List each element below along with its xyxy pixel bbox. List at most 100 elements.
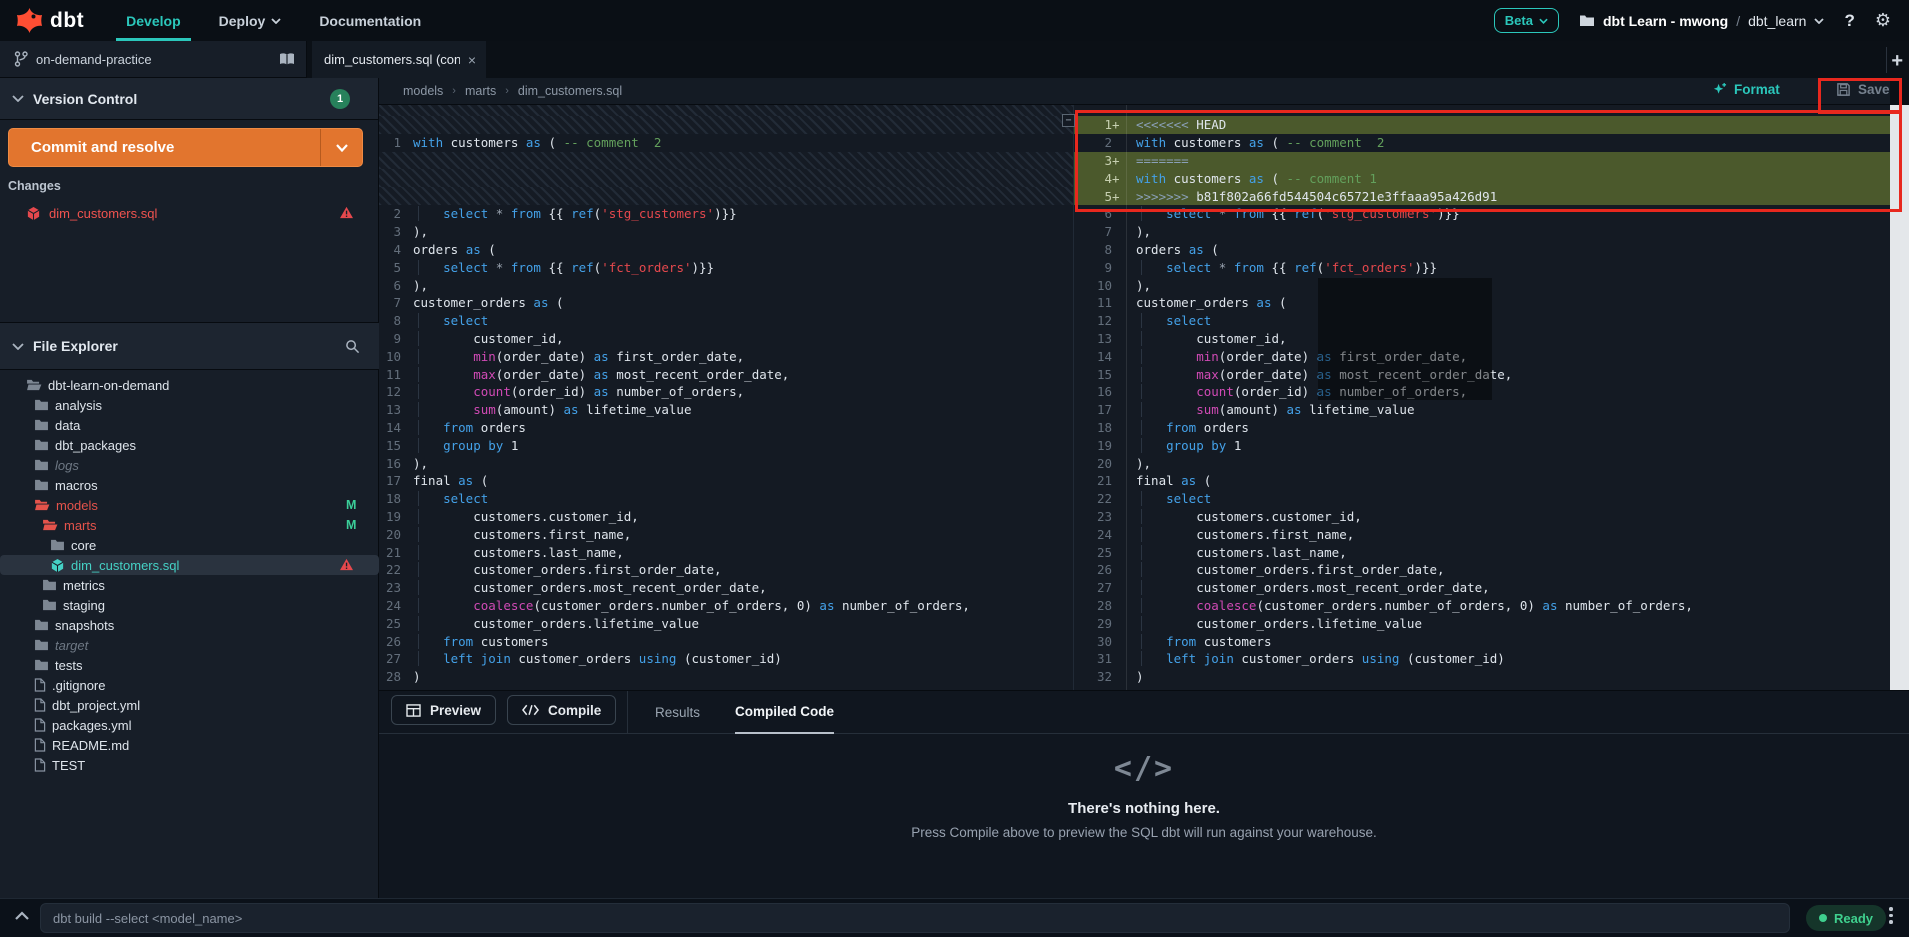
code-row[interactable]: 10 min(order_date) as first_order_date, <box>379 347 1073 365</box>
code-row[interactable]: 24 coalesce(customer_orders.number_of_or… <box>379 597 1073 615</box>
tree-item-tests[interactable]: tests <box>0 655 379 675</box>
close-icon[interactable]: × <box>468 52 476 68</box>
tree-item-metrics[interactable]: metrics <box>0 575 379 595</box>
nav-tab-deploy[interactable]: Deploy <box>219 0 282 41</box>
code-row[interactable]: 18 select <box>379 490 1073 508</box>
code-row[interactable]: 1with customers as ( -- comment 2 <box>379 134 1073 152</box>
project-selector[interactable]: dbt Learn - mwong / dbt_learn <box>1579 13 1825 29</box>
code-row[interactable]: 6 select * from {{ ref('stg_customers')}… <box>1074 205 1890 223</box>
format-button[interactable]: Format <box>1712 82 1780 97</box>
branch-name[interactable]: on-demand-practice <box>36 52 152 67</box>
preview-button[interactable]: Preview <box>391 695 496 725</box>
code-row[interactable]: 2with customers as ( -- comment 2 <box>1074 134 1890 152</box>
code-row[interactable]: 5+>>>>>>> b81f802a66fd544504c65721e3ffaa… <box>1074 187 1890 205</box>
tree-item-data[interactable]: data <box>0 415 379 435</box>
save-button[interactable]: Save <box>1836 82 1890 97</box>
code-row[interactable]: 31 left join customer_orders using (cust… <box>1074 650 1890 668</box>
diff-pane-current[interactable]: 1with customers as ( -- comment 2 2 selec… <box>379 105 1074 690</box>
code-row[interactable]: 7), <box>1074 223 1890 241</box>
code-row[interactable]: 14 from orders <box>379 419 1073 437</box>
code-row[interactable]: 28 coalesce(customer_orders.number_of_or… <box>1074 597 1890 615</box>
code-row[interactable]: 11 max(order_date) as most_recent_order_… <box>379 365 1073 383</box>
code-row[interactable]: 19 customers.customer_id, <box>379 508 1073 526</box>
code-row[interactable]: 9 select * from {{ ref('fct_orders')}} <box>1074 258 1890 276</box>
code-row[interactable]: 21final as ( <box>1074 472 1890 490</box>
tree-item-dbt-project-yml[interactable]: dbt_project.yml <box>0 695 379 715</box>
code-row[interactable]: 22 select <box>1074 490 1890 508</box>
code-row[interactable]: 8orders as ( <box>1074 241 1890 259</box>
tree-item-test[interactable]: TEST <box>0 755 379 775</box>
code-row[interactable]: 29 customer_orders.lifetime_value <box>1074 614 1890 632</box>
tree-item-readme-md[interactable]: README.md <box>0 735 379 755</box>
tree-item-dbt-learn-on-demand[interactable]: dbt-learn-on-demand <box>0 375 379 395</box>
tree-item-models[interactable]: modelsM <box>0 495 379 515</box>
file-tab-dim-customers[interactable]: dim_customers.sql (confli... × <box>312 41 486 78</box>
chevron-up-icon[interactable] <box>14 911 30 921</box>
code-row[interactable]: 9 customer_id, <box>379 330 1073 348</box>
code-row[interactable]: 2 select * from {{ ref('stg_customers')}… <box>379 205 1073 223</box>
tree-item-target[interactable]: target <box>0 635 379 655</box>
code-row[interactable]: 17final as ( <box>379 472 1073 490</box>
code-row[interactable]: 25 customer_orders.lifetime_value <box>379 614 1073 632</box>
tree-item--gitignore[interactable]: .gitignore <box>0 675 379 695</box>
breadcrumb-file[interactable]: dim_customers.sql <box>518 84 622 98</box>
tree-item-logs[interactable]: logs <box>0 455 379 475</box>
code-row[interactable]: 22 customer_orders.first_order_date, <box>379 561 1073 579</box>
tree-item-dim-customers-sql[interactable]: dim_customers.sql <box>0 555 379 575</box>
tab-results[interactable]: Results <box>655 691 700 734</box>
code-row[interactable]: 3), <box>379 223 1073 241</box>
tree-item-core[interactable]: core <box>0 535 379 555</box>
book-icon[interactable] <box>279 52 295 66</box>
search-icon[interactable] <box>345 339 360 354</box>
code-row[interactable]: 32) <box>1074 668 1890 686</box>
tree-item-dbt-packages[interactable]: dbt_packages <box>0 435 379 455</box>
code-row[interactable]: 1+<<<<<<< HEAD <box>1074 116 1890 134</box>
code-row[interactable]: 12 count(order_id) as number_of_orders, <box>379 383 1073 401</box>
editor-scrollbar[interactable] <box>1890 105 1909 690</box>
code-row[interactable]: 7customer_orders as ( <box>379 294 1073 312</box>
code-row[interactable]: 27 left join customer_orders using (cust… <box>379 650 1073 668</box>
code-row[interactable]: 16), <box>379 454 1073 472</box>
code-row[interactable]: 26 from customers <box>379 632 1073 650</box>
code-row[interactable]: 25 customers.last_name, <box>1074 543 1890 561</box>
code-row[interactable]: 27 customer_orders.most_recent_order_dat… <box>1074 579 1890 597</box>
code-row[interactable]: 3+======= <box>1074 152 1890 170</box>
code-row[interactable]: 4+with customers as ( -- comment 1 <box>1074 169 1890 187</box>
new-tab-button[interactable]: + <box>1891 51 1903 71</box>
tree-item-analysis[interactable]: analysis <box>0 395 379 415</box>
code-row[interactable]: 18 from orders <box>1074 419 1890 437</box>
nav-tab-documentation[interactable]: Documentation <box>319 0 421 41</box>
tree-item-staging[interactable]: staging <box>0 595 379 615</box>
code-row[interactable]: 19 group by 1 <box>1074 436 1890 454</box>
command-input[interactable] <box>40 903 1790 933</box>
breadcrumb-marts[interactable]: marts <box>465 84 496 98</box>
code-row[interactable]: 26 customer_orders.first_order_date, <box>1074 561 1890 579</box>
code-row[interactable]: 24 customers.first_name, <box>1074 525 1890 543</box>
code-row[interactable]: 15 group by 1 <box>379 436 1073 454</box>
code-row[interactable]: 21 customers.last_name, <box>379 543 1073 561</box>
tab-compiled-code[interactable]: Compiled Code <box>735 691 834 734</box>
commit-dropdown-toggle[interactable] <box>320 129 362 166</box>
file-explorer-header[interactable]: File Explorer <box>0 322 379 370</box>
help-icon[interactable]: ? <box>1844 11 1854 31</box>
tree-item-marts[interactable]: martsM <box>0 515 379 535</box>
code-row[interactable]: 20 customers.first_name, <box>379 525 1073 543</box>
fold-marker[interactable]: − <box>1062 114 1075 127</box>
tree-item-packages-yml[interactable]: packages.yml <box>0 715 379 735</box>
code-row[interactable]: 23 customers.customer_id, <box>1074 508 1890 526</box>
code-row[interactable]: 28) <box>379 668 1073 686</box>
tree-item-macros[interactable]: macros <box>0 475 379 495</box>
code-row[interactable]: 23 customer_orders.most_recent_order_dat… <box>379 579 1073 597</box>
gear-icon[interactable]: ⚙ <box>1875 10 1891 31</box>
tree-item-snapshots[interactable]: snapshots <box>0 615 379 635</box>
code-row[interactable]: 20), <box>1074 454 1890 472</box>
diff-editor[interactable]: 1with customers as ( -- comment 2 2 selec… <box>379 105 1890 690</box>
code-row[interactable]: 13 sum(amount) as lifetime_value <box>379 401 1073 419</box>
code-row[interactable]: 30 from customers <box>1074 632 1890 650</box>
code-row[interactable]: 6), <box>379 276 1073 294</box>
beta-dropdown[interactable]: Beta <box>1494 8 1559 33</box>
nav-tab-develop[interactable]: Develop <box>126 0 180 41</box>
changed-file-row[interactable]: dim_customers.sql <box>0 202 379 224</box>
dbt-logo[interactable]: dbt <box>16 7 84 34</box>
commit-and-resolve-button[interactable]: Commit and resolve <box>8 128 363 167</box>
